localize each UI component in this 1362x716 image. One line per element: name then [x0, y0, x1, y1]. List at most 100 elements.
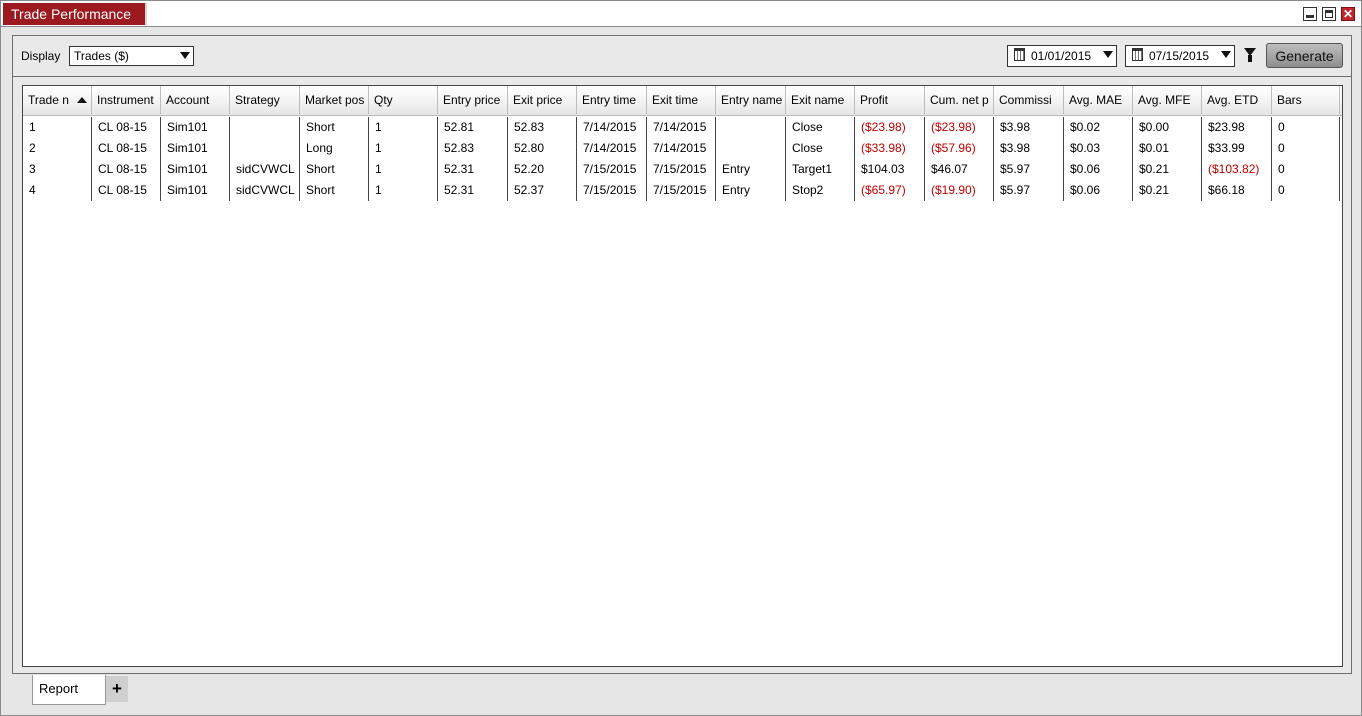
- table-row[interactable]: 2 CL 08-15 Sim101 Long 1 52.83 52.80 7/14/2015 7…: [23, 138, 1342, 159]
- cell-exit-time: 7/15/2015: [647, 159, 716, 180]
- display-select[interactable]: Trades ($): [69, 46, 194, 66]
- column-header-instrument[interactable]: Instrument: [92, 86, 161, 114]
- cell-profit: ($65.97): [855, 180, 925, 201]
- column-header-qty[interactable]: Qty: [369, 86, 438, 114]
- filter-icon[interactable]: [1244, 48, 1256, 62]
- cell-instrument: CL 08-15: [92, 180, 161, 201]
- cell-market-pos: Short: [300, 180, 369, 201]
- cell-cum-net-p: ($23.98): [925, 117, 994, 138]
- column-header-account[interactable]: Account: [161, 86, 230, 114]
- column-header-bars[interactable]: Bars: [1272, 86, 1340, 114]
- cell-market-pos: Short: [300, 117, 369, 138]
- column-header-label: Trade n: [28, 93, 69, 107]
- cell-account: Sim101: [161, 117, 230, 138]
- column-header-avg-etd[interactable]: Avg. ETD: [1202, 86, 1272, 114]
- column-header-strategy[interactable]: Strategy: [230, 86, 300, 114]
- minimize-icon[interactable]: [1303, 7, 1317, 21]
- cell-qty: 1: [369, 180, 438, 201]
- cell-profit: ($33.98): [855, 138, 925, 159]
- cell-entry-price: 52.83: [438, 138, 508, 159]
- column-header-exit-time[interactable]: Exit time: [647, 86, 716, 114]
- trade-performance-window: Trade Performance ✕ Display Trades ($) 0…: [0, 0, 1362, 716]
- cell-instrument: CL 08-15: [92, 117, 161, 138]
- cell-trade-n: 2: [23, 138, 92, 159]
- column-header-label: Cum. net p: [930, 93, 989, 107]
- tab-bar: Report +: [1, 674, 1361, 714]
- column-header-label: Entry price: [443, 93, 501, 107]
- column-header-trade-n[interactable]: Trade n: [23, 86, 92, 114]
- cell-bars: 0: [1272, 159, 1340, 180]
- cell-exit-price: 52.37: [508, 180, 577, 201]
- column-header-exit-price[interactable]: Exit price: [508, 86, 577, 114]
- tab-report[interactable]: Report: [32, 675, 106, 705]
- report-panel: Display Trades ($) 01/01/2015 07/15/2015…: [12, 35, 1352, 674]
- cell-exit-price: 52.80: [508, 138, 577, 159]
- cell-instrument: CL 08-15: [92, 138, 161, 159]
- column-header-label: Entry name: [721, 93, 783, 107]
- cell-avg-mfe: $0.01: [1133, 138, 1202, 159]
- column-header-label: Exit price: [513, 93, 563, 107]
- title-bar[interactable]: Trade Performance ✕: [1, 1, 1361, 27]
- cell-avg-mae: $0.02: [1064, 117, 1133, 138]
- column-header-label: Bars: [1277, 93, 1302, 107]
- cell-avg-mfe: $0.00: [1133, 117, 1202, 138]
- cell-entry-name: Entry: [716, 159, 786, 180]
- cell-bars: 0: [1272, 117, 1340, 138]
- table-row[interactable]: 3 CL 08-15 Sim101 sidCVWCL Short 1 52.31 52.20 7…: [23, 159, 1342, 180]
- column-header-commissi[interactable]: Commissi: [994, 86, 1064, 114]
- cell-avg-etd: $33.99: [1202, 138, 1272, 159]
- display-label: Display: [21, 49, 61, 63]
- cell-commissi: $3.98: [994, 117, 1064, 138]
- column-header-label: Exit name: [791, 93, 845, 107]
- generate-button[interactable]: Generate: [1266, 43, 1343, 68]
- cell-entry-name: Entry: [716, 180, 786, 201]
- cell-exit-name: Target1: [786, 159, 855, 180]
- cell-cum-net-p: ($19.90): [925, 180, 994, 201]
- column-header-label: Avg. MFE: [1138, 93, 1191, 107]
- cell-strategy: [230, 138, 300, 159]
- cell-exit-time: 7/14/2015: [647, 138, 716, 159]
- column-header-avg-mae[interactable]: Avg. MAE: [1064, 86, 1133, 114]
- cell-exit-name: Close: [786, 138, 855, 159]
- cell-exit-price: 52.83: [508, 117, 577, 138]
- sort-ascending-icon: [76, 97, 87, 103]
- cell-instrument: CL 08-15: [92, 159, 161, 180]
- column-header-label: Avg. ETD: [1207, 93, 1259, 107]
- date-from-picker[interactable]: 01/01/2015: [1007, 45, 1117, 67]
- cell-qty: 1: [369, 138, 438, 159]
- cell-avg-mfe: $0.21: [1133, 159, 1202, 180]
- column-header-profit[interactable]: Profit: [855, 86, 925, 114]
- column-header-entry-price[interactable]: Entry price: [438, 86, 508, 114]
- cell-qty: 1: [369, 117, 438, 138]
- column-header-market-pos[interactable]: Market pos: [300, 86, 369, 114]
- column-header-label: Qty: [374, 93, 393, 107]
- date-to-picker[interactable]: 07/15/2015: [1125, 45, 1235, 67]
- cell-entry-price: 52.31: [438, 159, 508, 180]
- cell-entry-time: 7/14/2015: [577, 117, 647, 138]
- cell-strategy: sidCVWCL: [230, 159, 300, 180]
- report-toolbar: Display Trades ($) 01/01/2015 07/15/2015…: [13, 36, 1351, 77]
- cell-avg-mae: $0.06: [1064, 159, 1133, 180]
- column-header-avg-mfe[interactable]: Avg. MFE: [1133, 86, 1202, 114]
- add-tab-button[interactable]: +: [106, 676, 128, 702]
- cell-market-pos: Short: [300, 159, 369, 180]
- cell-entry-name: [716, 117, 786, 138]
- cell-commissi: $3.98: [994, 138, 1064, 159]
- column-header-label: Market pos: [305, 93, 365, 107]
- table-row[interactable]: 1 CL 08-15 Sim101 Short 1 52.81 52.83 7/14/2015…: [23, 117, 1342, 138]
- column-header-entry-time[interactable]: Entry time: [577, 86, 647, 114]
- chevron-down-icon: [1103, 51, 1113, 58]
- cell-cum-net-p: $46.07: [925, 159, 994, 180]
- chevron-down-icon: [180, 52, 190, 59]
- column-header-cum-net-p[interactable]: Cum. net p: [925, 86, 994, 114]
- column-header-exit-name[interactable]: Exit name: [786, 86, 855, 114]
- column-header-label: Instrument: [97, 93, 154, 107]
- table-row[interactable]: 4 CL 08-15 Sim101 sidCVWCL Short 1 52.31 52.37 7…: [23, 180, 1342, 201]
- cell-profit: ($23.98): [855, 117, 925, 138]
- column-header-entry-name[interactable]: Entry name: [716, 86, 786, 114]
- cell-avg-mae: $0.03: [1064, 138, 1133, 159]
- close-icon[interactable]: ✕: [1341, 7, 1355, 21]
- maximize-icon[interactable]: [1322, 7, 1336, 21]
- cell-exit-price: 52.20: [508, 159, 577, 180]
- cell-exit-name: Stop2: [786, 180, 855, 201]
